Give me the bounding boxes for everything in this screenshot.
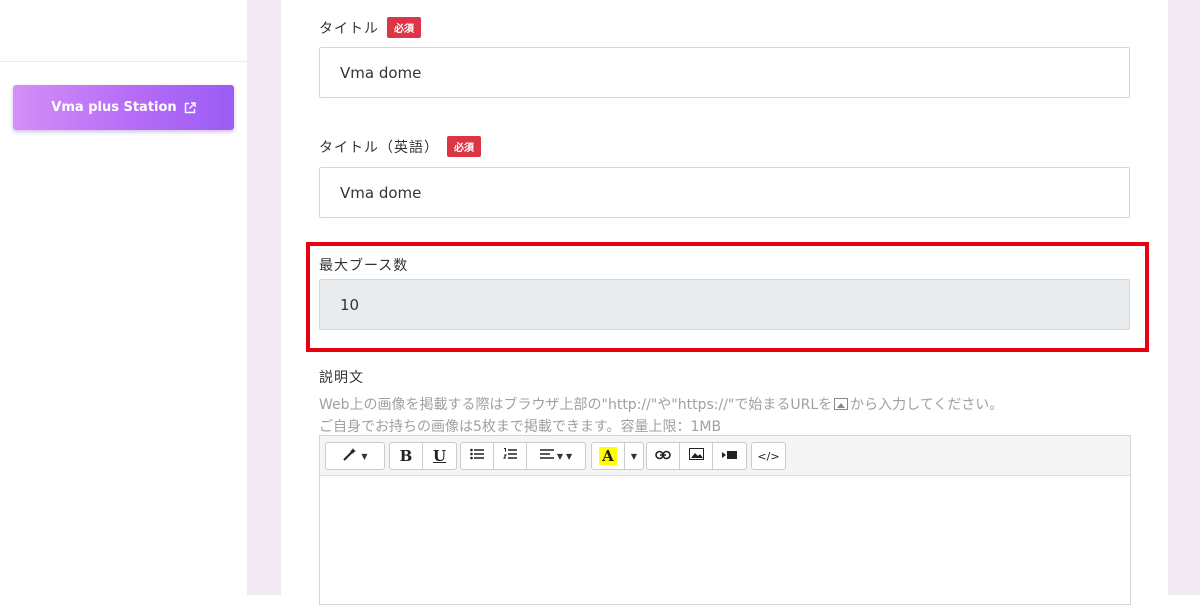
description-label-row: 説明文 [319,367,364,387]
max-booths-input [319,279,1130,330]
station-button-label: Vma plus Station [51,100,177,115]
title-en-label: タイトル（英語） [319,139,439,156]
color-group: A ▼ [591,442,644,470]
description-help-line-2: ご自身でお持ちの画像は5枚まで掲載できます。容量上限：1MB [319,419,722,435]
page-gutter-left [247,0,281,595]
help-text-part: から入力してください。 [850,397,1004,413]
underline-button[interactable]: U [423,443,456,469]
style-dropdown-button[interactable]: ▼ [326,443,384,469]
image-icon [834,398,849,410]
editor-body[interactable] [320,476,1130,606]
title-input[interactable] [319,47,1130,98]
paragraph-group: ▼ ▼ [460,442,586,470]
font-color-button[interactable]: A [592,443,625,469]
insert-video-button[interactable] [713,443,746,469]
max-booths-label: 最大ブース数 [319,258,409,274]
font-color-label: A [599,447,617,465]
chevron-down-icon: ▼ [566,451,573,461]
insert-group [646,442,747,470]
link-icon [655,449,671,464]
editor-toolbar: ▼ B U ▼ ▼ A ▼ </> [320,436,1130,476]
image-icon [688,448,704,464]
page-gutter-right [1168,0,1200,595]
ordered-list-button[interactable] [494,443,527,469]
video-icon [722,449,737,464]
vma-plus-station-button[interactable]: Vma plus Station [13,85,234,130]
required-badge: 必須 [447,136,481,157]
view-group: </> [751,442,786,470]
sidebar-divider [0,61,247,62]
numbered-list-icon [503,448,517,464]
sidebar: Vma plus Station [0,0,247,595]
title-en-label-row: タイトル（英語） 必須 [319,136,481,157]
chevron-down-icon: ▼ [361,451,368,461]
bullet-list-icon [470,448,484,464]
insert-image-button[interactable] [680,443,713,469]
required-badge: 必須 [387,17,421,38]
unordered-list-button[interactable] [461,443,494,469]
title-label-row: タイトル 必須 [319,17,421,38]
bold-button[interactable]: B [390,443,423,469]
style-group: ▼ [325,442,385,470]
external-link-icon [184,101,196,114]
align-dropdown-button[interactable]: ▼ ▼ [527,443,585,469]
code-view-button[interactable]: </> [752,443,785,469]
rich-text-editor: ▼ B U ▼ ▼ A ▼ </> [319,435,1131,605]
title-en-input[interactable] [319,167,1130,218]
align-left-icon [539,448,554,464]
insert-link-button[interactable] [647,443,680,469]
description-label: 説明文 [319,370,364,386]
font-style-group: B U [389,442,457,470]
max-booths-label-row: 最大ブース数 [319,255,408,275]
chevron-down-icon: ▼ [630,451,638,461]
color-dropdown-button[interactable]: ▼ [625,443,643,469]
description-help-line-1: Web上の画像を掲載する際はブラウザ上部の"http://"や"https://… [319,394,1003,414]
title-label: タイトル [319,20,379,37]
magic-wand-icon [342,447,358,465]
chevron-down-icon: ▼ [556,451,563,461]
help-text-part: Web上の画像を掲載する際はブラウザ上部の"http://"や"https://… [319,397,833,413]
